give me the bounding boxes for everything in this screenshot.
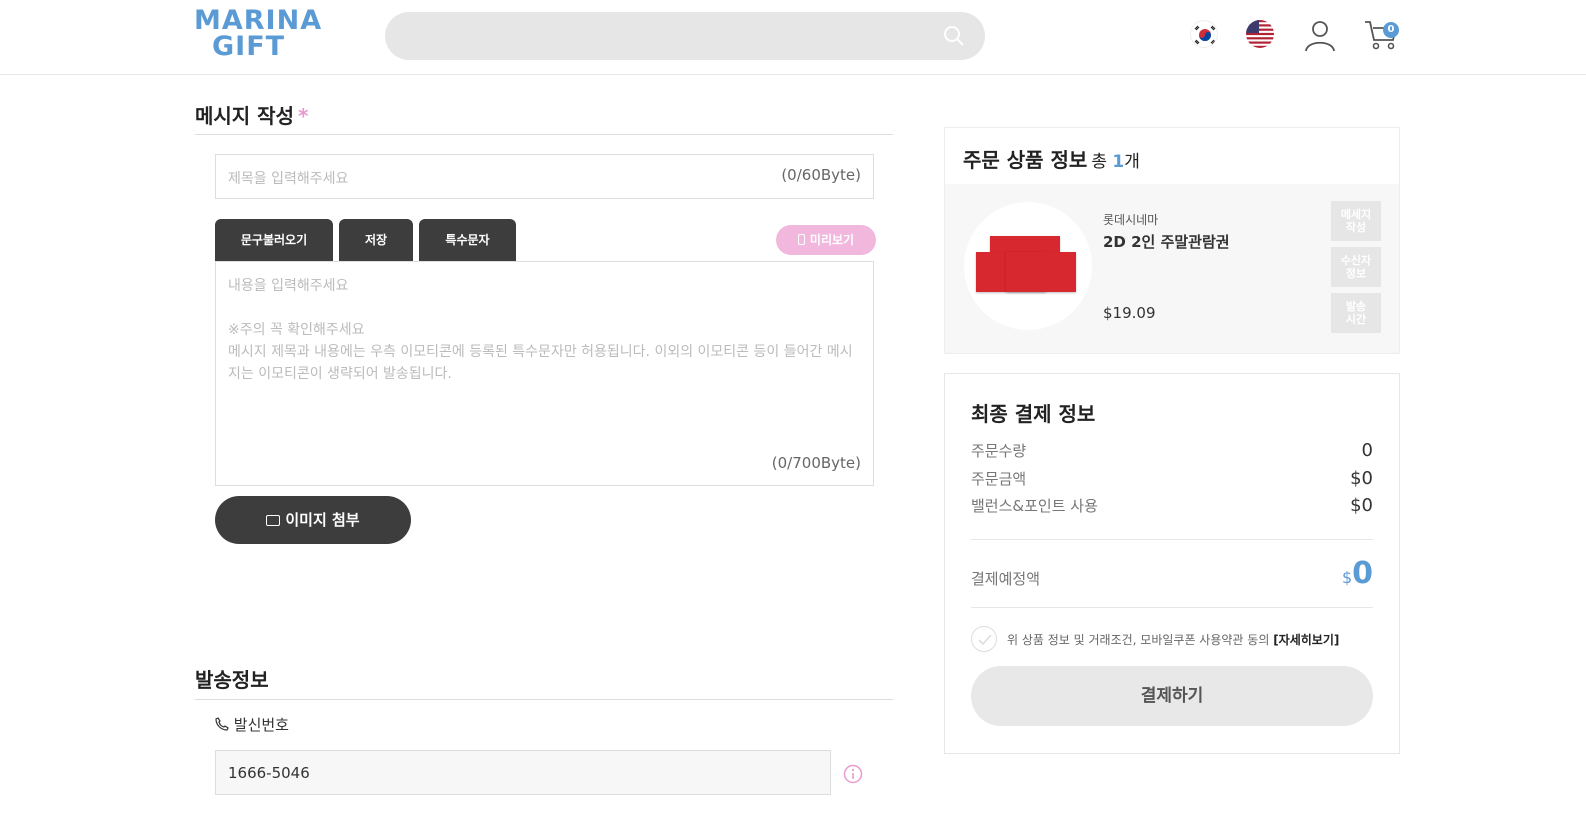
message-section-title: 메시지 작성 * [195, 100, 308, 129]
message-title-byte-counter: (0/60Byte) [781, 166, 861, 184]
tag-message-write[interactable]: 메세지 작성 [1331, 201, 1381, 241]
logo-line-2: GIFT [212, 31, 286, 62]
order-total-count: 1 [1112, 152, 1125, 172]
product-brand: 롯데시네마 [1103, 213, 1159, 227]
load-phrase-button[interactable]: 문구불러오기 [215, 219, 333, 262]
save-button[interactable]: 저장 [339, 219, 413, 262]
tag-recipient-info[interactable]: 수신자 정보 [1331, 247, 1381, 287]
phone-call-icon [215, 717, 229, 731]
required-mark: * [297, 104, 309, 128]
sender-number-label: 발신번호 [215, 714, 289, 735]
final-payment-panel: 최종 결제 정보 주문수량 0 주문금액 $0 밸런스&포인트 사용 $0 결제… [944, 373, 1400, 754]
sender-number-field[interactable] [215, 750, 831, 795]
terms-agree-checkbox[interactable] [971, 626, 997, 652]
site-header: MARINA GIFT 0 [0, 0, 1586, 75]
order-title-text: 주문 상품 정보 [963, 148, 1088, 172]
payment-title: 최종 결제 정보 [971, 402, 1096, 426]
payment-row-label: 밸런스&포인트 사용 [971, 497, 1098, 515]
tag-recipient-info-label: 수신자 정보 [1340, 254, 1372, 280]
special-chars-button[interactable]: 특수문자 [419, 219, 516, 262]
sender-number-label-text: 발신번호 [233, 716, 289, 734]
product-price: $19.09 [1103, 304, 1156, 322]
message-section-divider [195, 134, 893, 135]
expected-payment-value: 0 [1352, 556, 1373, 591]
order-product-title: 주문 상품 정보 총 1개 [963, 144, 1140, 173]
payment-divider [971, 607, 1373, 608]
payment-divider [971, 539, 1373, 540]
checkmark-icon [978, 634, 992, 646]
ticket-image [1006, 252, 1076, 292]
terms-detail-link[interactable]: [자세히보기] [1273, 633, 1339, 647]
search-icon[interactable] [943, 25, 965, 47]
message-notice-heading: ※주의 꼭 확인해주세요 [228, 322, 365, 338]
payment-row-value: $0 [1350, 468, 1373, 489]
message-body-textarea[interactable]: 내용을 입력해주세요 ※주의 꼭 확인해주세요 메시지 제목과 내용에는 우측 … [215, 261, 874, 486]
phone-icon [797, 234, 805, 245]
order-product-item: 롯데시네마 2D 2인 주말관람권 $19.09 메세지 작성 수신자 정보 발… [945, 184, 1399, 353]
product-thumbnail [964, 202, 1092, 330]
order-total-suffix: 개 [1124, 152, 1140, 172]
tag-send-time-label: 발송 시간 [1345, 300, 1367, 326]
user-account-icon[interactable] [1303, 18, 1337, 52]
payment-row-label: 주문수량 [971, 442, 1027, 460]
preview-button-label: 미리보기 [809, 233, 855, 247]
expected-payment-currency: $ [1341, 568, 1353, 587]
message-body-byte-counter: (0/700Byte) [771, 454, 861, 472]
send-info-divider [195, 699, 893, 700]
product-name: 2D 2인 주말관람권 [1103, 233, 1230, 251]
attach-image-button[interactable]: 이미지 첨부 [215, 496, 411, 544]
payment-row-quantity: 주문수량 0 [971, 440, 1373, 464]
marina-gift-logo[interactable]: MARINA GIFT [194, 7, 358, 64]
tag-message-write-label: 메세지 작성 [1340, 208, 1372, 234]
expected-payment-label: 결제예정액 [971, 570, 1041, 588]
image-icon [266, 515, 281, 526]
order-total-prefix: 총 [1091, 152, 1107, 172]
info-icon[interactable] [843, 764, 863, 784]
order-product-panel: 주문 상품 정보 총 1개 롯데시네마 2D 2인 주말관람권 $19.09 메세… [944, 127, 1400, 354]
send-info-section-title: 발송정보 [195, 668, 269, 692]
sender-number-input[interactable] [216, 751, 830, 794]
korean-flag-icon[interactable] [1190, 20, 1218, 48]
message-body-placeholder: 내용을 입력해주세요 [228, 278, 349, 294]
message-title-placeholder: 제목을 입력해주세요 [228, 171, 349, 187]
cart-count-badge: 0 [1383, 22, 1399, 38]
message-notice: ※주의 꼭 확인해주세요 메시지 제목과 내용에는 우측 이모티콘에 등록된 특… [228, 319, 858, 385]
message-notice-body: 메시지 제목과 내용에는 우측 이모티콘에 등록된 특수문자만 허용됩니다. 이… [228, 344, 853, 382]
payment-row-label: 주문금액 [971, 470, 1027, 488]
payment-row-value: $0 [1350, 495, 1373, 516]
attach-image-label: 이미지 첨부 [285, 511, 360, 529]
message-title-input[interactable]: 제목을 입력해주세요 (0/60Byte) [215, 154, 874, 199]
message-section-title-text: 메시지 작성 [195, 104, 294, 128]
expected-payment-amount: $0 [1342, 556, 1373, 591]
payment-row-value: 0 [1361, 440, 1373, 461]
terms-agree-text: 위 상품 정보 및 거래조건, 모바일쿠폰 사용약관 동의 [자세히보기] [1007, 631, 1339, 648]
preview-button[interactable]: 미리보기 [776, 225, 876, 255]
order-total: 총 1개 [1091, 152, 1140, 172]
pay-button[interactable]: 결제하기 [971, 666, 1373, 726]
payment-row-amount: 주문금액 $0 [971, 468, 1373, 492]
tag-send-time[interactable]: 발송 시간 [1331, 293, 1381, 333]
us-flag-icon[interactable] [1246, 20, 1274, 48]
payment-row-balance-points: 밸런스&포인트 사용 $0 [971, 495, 1373, 519]
terms-agree-label: 위 상품 정보 및 거래조건, 모바일쿠폰 사용약관 동의 [1007, 633, 1270, 647]
search-bar[interactable] [385, 12, 985, 60]
